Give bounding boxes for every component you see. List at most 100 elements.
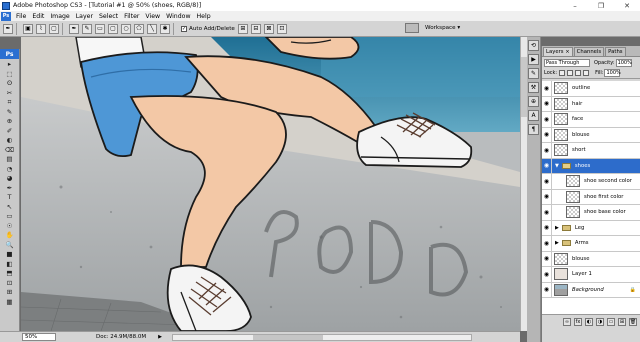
tool-13-icon[interactable]: ✒ — [3, 184, 17, 193]
visibility-eye-icon[interactable]: ◉ — [542, 251, 552, 266]
path-mode-add-icon[interactable]: ⊞ — [237, 23, 248, 34]
custom-shape-icon[interactable]: ✱ — [160, 23, 170, 34]
tool-9-icon[interactable]: ⌫ — [3, 146, 17, 155]
fill-pixels-icon[interactable]: ▢ — [49, 23, 59, 34]
history-icon[interactable]: ⟲ — [528, 40, 539, 51]
zoom-field[interactable]: 50% — [22, 333, 56, 341]
document-canvas[interactable] — [21, 37, 520, 331]
pen-tool-preset-icon[interactable]: ✒ — [3, 23, 13, 34]
tool-12-icon[interactable]: ◕ — [3, 174, 17, 183]
tool-22-icon[interactable]: ⬒ — [3, 269, 17, 278]
layer-group-row[interactable]: ◉ ▼ shoes — [542, 158, 640, 174]
tool-6-icon[interactable]: ⊕ — [3, 117, 17, 126]
layer-row[interactable]: ◉ Layer 1 — [542, 267, 640, 283]
close-button[interactable]: ✕ — [614, 0, 640, 11]
tool-3-icon[interactable]: ✂ — [3, 89, 17, 98]
lock-position-icon[interactable] — [575, 70, 582, 76]
visibility-eye-icon[interactable]: ◉ — [542, 81, 552, 96]
lock-pixels-icon[interactable] — [567, 70, 574, 76]
actions-icon[interactable]: ▶ — [528, 54, 539, 65]
visibility-eye-icon[interactable]: ◉ — [542, 127, 552, 142]
layer-row[interactable]: ◉ shoe second color — [542, 174, 640, 190]
menu-select[interactable]: Select — [96, 13, 121, 20]
tool-25-icon[interactable]: ▦ — [3, 298, 17, 307]
link-layers-icon[interactable]: ∞ — [563, 317, 571, 326]
lock-all-icon[interactable] — [583, 70, 590, 76]
tool-16-icon[interactable]: ▭ — [3, 212, 17, 221]
visibility-eye-icon[interactable]: ◉ — [542, 267, 552, 282]
paragraph-icon[interactable]: ¶ — [528, 124, 539, 135]
lock-transparency-icon[interactable] — [559, 70, 566, 76]
scroll-thumb[interactable] — [252, 334, 323, 340]
brushes-icon[interactable]: ✎ — [528, 68, 539, 79]
new-group-icon[interactable]: ▭ — [607, 317, 615, 326]
layer-row[interactable]: ◉ blouse — [542, 127, 640, 143]
visibility-eye-icon[interactable]: ◉ — [542, 189, 552, 204]
tool-21-icon[interactable]: ◧ — [3, 260, 17, 269]
delete-layer-icon[interactable]: 🗑 — [629, 317, 637, 326]
line-icon[interactable]: ╲ — [147, 23, 157, 34]
canvas-horizontal-scrollbar[interactable] — [171, 333, 472, 341]
tool-2-icon[interactable]: ʘ — [3, 79, 17, 88]
tool-20-icon[interactable]: ■ — [3, 250, 17, 259]
tool-10-icon[interactable]: ▤ — [3, 155, 17, 164]
tab-channels[interactable]: Channels — [573, 47, 605, 56]
expand-toggle-icon[interactable]: ▼ — [555, 163, 559, 169]
layer-group-row[interactable]: ◉ ▶ Arms — [542, 236, 640, 252]
visibility-eye-icon[interactable]: ◉ — [542, 112, 552, 127]
tool-5-icon[interactable]: ✎ — [3, 108, 17, 117]
menu-window[interactable]: Window — [163, 13, 193, 20]
visibility-eye-icon[interactable]: ◉ — [542, 143, 552, 158]
layer-row[interactable]: ◉ short — [542, 143, 640, 159]
layer-row[interactable]: ◉ face — [542, 112, 640, 128]
menu-filter[interactable]: Filter — [121, 13, 142, 20]
layer-row[interactable]: ◉ shoe first color — [542, 189, 640, 205]
tool-19-icon[interactable]: 🔍 — [3, 241, 17, 250]
visibility-eye-icon[interactable]: ◉ — [542, 220, 552, 235]
tool-18-icon[interactable]: ✋ — [3, 231, 17, 240]
menu-edit[interactable]: Edit — [29, 13, 47, 20]
expand-toggle-icon[interactable]: ▶ — [555, 240, 559, 246]
canvas-vertical-scrollbar[interactable] — [520, 37, 527, 331]
clone-source-icon[interactable]: ⊕ — [528, 96, 539, 107]
menu-view[interactable]: View — [142, 13, 163, 20]
visibility-eye-icon[interactable]: ◉ — [542, 205, 552, 220]
tab-paths[interactable]: Paths — [605, 47, 626, 56]
freeform-pen-icon[interactable]: ✎ — [82, 23, 92, 34]
shape-layers-icon[interactable]: ▣ — [23, 23, 33, 34]
adjustment-layer-icon[interactable]: ◑ — [596, 317, 604, 326]
tool-14-icon[interactable]: T — [3, 193, 17, 202]
tool-0-icon[interactable]: ▸ — [3, 60, 17, 69]
menu-file[interactable]: File — [13, 13, 29, 20]
tool-15-icon[interactable]: ↖ — [3, 203, 17, 212]
layer-row[interactable]: ◉ hair — [542, 96, 640, 112]
visibility-eye-icon[interactable]: ◉ — [542, 282, 552, 297]
character-icon[interactable]: A — [528, 110, 539, 121]
tool-presets-icon[interactable]: ⚒ — [528, 82, 539, 93]
visibility-eye-icon[interactable]: ◉ — [542, 236, 552, 251]
layer-row[interactable]: ◉ outline — [542, 81, 640, 97]
ellipse-icon[interactable]: ○ — [121, 23, 131, 34]
paths-icon[interactable]: ⌇ — [36, 23, 46, 34]
tool-11-icon[interactable]: ◔ — [3, 165, 17, 174]
tool-7-icon[interactable]: ✐ — [3, 127, 17, 136]
polygon-icon[interactable]: ⬠ — [134, 23, 144, 34]
fill-field[interactable]: 100% — [604, 69, 621, 77]
visibility-eye-icon[interactable]: ◉ — [542, 96, 552, 111]
tool-17-icon[interactable]: ☉ — [3, 222, 17, 231]
tool-23-icon[interactable]: ⊡ — [3, 279, 17, 288]
maximize-button[interactable]: ❐ — [588, 0, 614, 11]
expand-toggle-icon[interactable]: ▶ — [555, 225, 559, 231]
tool-8-icon[interactable]: ◐ — [3, 136, 17, 145]
path-mode-subtract-icon[interactable]: ⊟ — [250, 23, 261, 34]
rectangle-icon[interactable]: ▭ — [95, 23, 105, 34]
layer-mask-icon[interactable]: ◐ — [585, 317, 593, 326]
menu-image[interactable]: Image — [47, 13, 72, 20]
opacity-field[interactable]: 100% — [615, 58, 632, 67]
layer-row[interactable]: ◉ shoe base color — [542, 205, 640, 221]
tool-4-icon[interactable]: ⌗ — [3, 98, 17, 107]
layer-style-icon[interactable]: fx — [574, 317, 582, 326]
path-mode-intersect-icon[interactable]: ⊠ — [263, 23, 274, 34]
status-menu-arrow-icon[interactable]: ▶ — [158, 334, 162, 340]
tool-24-icon[interactable]: ⊞ — [3, 288, 17, 297]
